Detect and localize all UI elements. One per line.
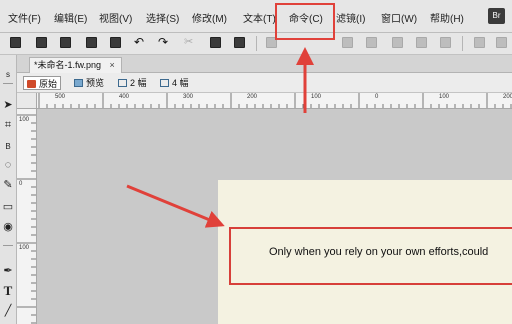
tools-section-label: s <box>6 70 10 79</box>
flip-vertical-icon[interactable] <box>496 37 507 48</box>
arrange-front-icon[interactable] <box>366 37 377 48</box>
ruler-label: 200 <box>247 94 258 100</box>
toolbar-divider <box>256 36 257 51</box>
tools-section-label: B <box>5 142 11 151</box>
tools-panel: s ➤ ⌗ B ◌ ✎ ▭ ◉ ✒ T ╱ <box>0 55 17 324</box>
import-icon[interactable] <box>86 37 97 48</box>
view-preview-label: 预览 <box>86 78 105 88</box>
two-up-icon <box>118 79 127 87</box>
view-original-label: 原始 <box>39 79 58 89</box>
horizontal-ruler: 500 400 300 200 100 0 100 200 <box>37 93 512 109</box>
menu-help[interactable]: 帮助(H) <box>430 10 464 25</box>
view-preview-button[interactable]: 预览 <box>71 76 107 90</box>
paste-icon[interactable] <box>234 37 245 48</box>
eraser-tool-icon[interactable]: ▭ <box>2 201 14 213</box>
export-icon[interactable] <box>110 37 121 48</box>
four-up-icon <box>160 79 169 87</box>
rotate-icon[interactable] <box>440 37 451 48</box>
view-2up-button[interactable]: 2 幅 <box>115 76 150 90</box>
view-mode-bar: 原始 预览 2 幅 4 幅 <box>17 73 512 93</box>
commands-menu-highlight <box>275 3 335 40</box>
document-tab-title: *未命名-1.fw.png <box>34 60 102 70</box>
view-original-button[interactable]: 原始 <box>23 76 62 90</box>
ruler-label: 400 <box>119 94 130 100</box>
open-file-icon[interactable] <box>36 37 47 48</box>
menu-filters[interactable]: 滤镜(I) <box>336 10 365 25</box>
ruler-label: 200 <box>503 94 512 100</box>
ruler-label: 500 <box>55 94 66 100</box>
preview-icon <box>74 79 83 87</box>
ruler-label: 300 <box>183 94 194 100</box>
menu-modify[interactable]: 修改(M) <box>192 10 227 25</box>
align-icon[interactable] <box>342 37 353 48</box>
menu-edit[interactable]: 编辑(E) <box>54 10 87 25</box>
menu-bar: 文件(F) 编辑(E) 视图(V) 选择(S) 修改(M) 文本(T) 命令(C… <box>0 0 512 33</box>
distribute-icon[interactable] <box>416 37 427 48</box>
ruler-label: 0 <box>19 181 23 187</box>
ruler-label: 100 <box>19 117 30 123</box>
menu-file[interactable]: 文件(F) <box>8 10 41 25</box>
menu-select[interactable]: 选择(S) <box>146 10 179 25</box>
vertical-ruler-ticks <box>17 114 36 324</box>
crop-tool-icon[interactable]: ⌗ <box>2 119 14 131</box>
view-4up-button[interactable]: 4 幅 <box>157 76 192 90</box>
knife-tool-icon[interactable]: ╱ <box>2 305 14 317</box>
save-icon[interactable] <box>60 37 71 48</box>
text-tool-icon[interactable]: T <box>2 284 14 297</box>
original-view-icon <box>27 80 36 88</box>
arrange-back-icon[interactable] <box>392 37 403 48</box>
menu-window[interactable]: 窗口(W) <box>381 10 417 25</box>
canvas-text[interactable]: Only when you rely on your own efforts,c… <box>269 246 488 258</box>
blur-tool-icon[interactable]: ◉ <box>2 221 14 233</box>
pen-tool-icon[interactable]: ✒ <box>2 265 14 277</box>
flip-horizontal-icon[interactable] <box>474 37 485 48</box>
ruler-label: 100 <box>311 94 322 100</box>
vertical-ruler: 100 0 100 <box>17 109 37 324</box>
ruler-label: 0 <box>375 94 379 100</box>
document-tab-bar: *未命名-1.fw.png × <box>17 55 512 73</box>
close-tab-icon[interactable]: × <box>110 60 115 70</box>
brush-tool-icon[interactable]: ✎ <box>2 179 14 191</box>
ruler-label: 100 <box>439 94 450 100</box>
ruler-label: 100 <box>19 245 30 251</box>
undo-icon[interactable]: ↶ <box>134 36 145 48</box>
cut-icon[interactable]: ✂ <box>184 37 195 48</box>
pointer-tool-icon[interactable]: ➤ <box>2 99 14 111</box>
view-2up-label: 2 幅 <box>130 78 147 88</box>
redo-icon[interactable]: ↷ <box>158 36 169 48</box>
document-tab[interactable]: *未命名-1.fw.png × <box>29 57 122 73</box>
tools-divider <box>3 245 13 246</box>
view-4up-label: 4 幅 <box>172 78 189 88</box>
menu-view[interactable]: 视图(V) <box>99 10 132 25</box>
toolbar-divider <box>462 36 463 51</box>
new-file-icon[interactable] <box>10 37 21 48</box>
ruler-corner <box>17 93 37 109</box>
main-toolbar: ↶ ↷ ✂ <box>0 33 512 55</box>
bridge-button[interactable]: Br <box>488 8 505 24</box>
tools-divider <box>3 83 13 84</box>
menu-text[interactable]: 文本(T) <box>243 10 276 25</box>
lasso-tool-icon[interactable]: ◌ <box>2 159 14 171</box>
copy-icon[interactable] <box>210 37 221 48</box>
